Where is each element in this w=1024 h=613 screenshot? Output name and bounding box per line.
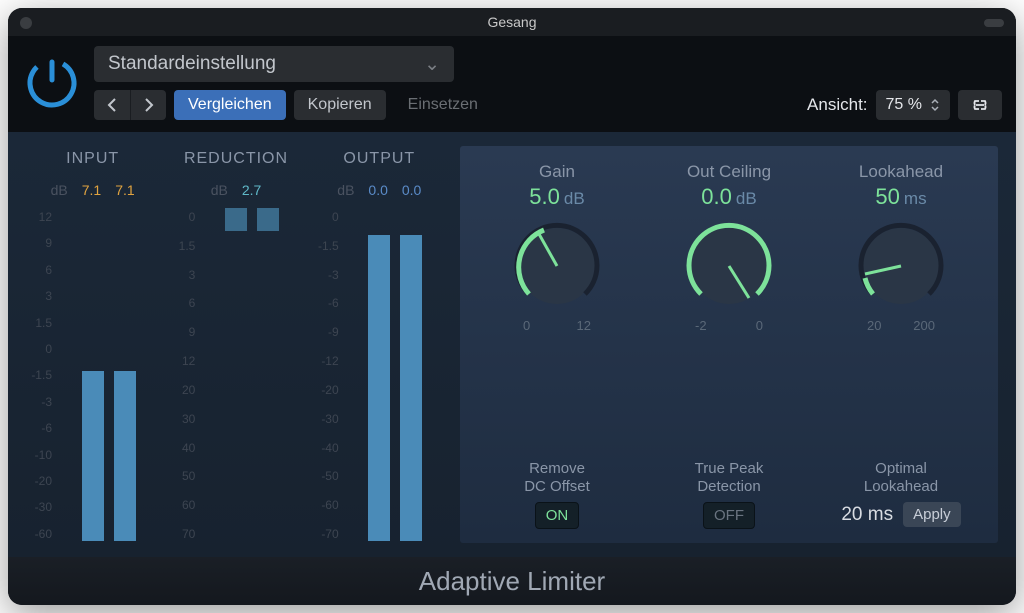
reduction-meter: REDUCTION dB 2.7 01.536912203040506070	[169, 150, 302, 543]
optimal-lookahead-label: OptimalLookahead	[864, 460, 938, 496]
toolbar: Standardeinstellung ⌄ Vergleichen Kopier…	[8, 36, 1016, 132]
chevron-down-icon: ⌄	[424, 53, 440, 76]
gain-knob[interactable]	[509, 218, 605, 314]
power-button[interactable]	[22, 44, 82, 122]
preset-nav	[94, 90, 166, 120]
input-readout-r: 7.1	[115, 182, 134, 198]
truepeak-label: True PeakDetection	[695, 460, 764, 496]
input-scale: 129631.50-1.5-3-6-10-20-30-60	[26, 208, 52, 543]
output-title: OUTPUT	[313, 150, 446, 174]
plugin-window: Gesang Standardeinstellung ⌄	[8, 8, 1016, 605]
controls-panel: Gain 5.0dB 0 12	[460, 146, 998, 543]
gain-label: Gain	[539, 162, 575, 182]
lookahead-value: 50ms	[875, 184, 926, 210]
gain-range-lo: 0	[523, 318, 530, 333]
reduction-bars	[201, 208, 302, 543]
meter-bar	[400, 235, 422, 541]
optimal-lookahead-option: OptimalLookahead 20 ms Apply	[820, 460, 982, 529]
reduction-title: REDUCTION	[169, 150, 302, 174]
input-title: INPUT	[26, 150, 159, 174]
meter-bar	[82, 371, 104, 541]
gain-value: 5.0dB	[529, 184, 584, 210]
knob-graphic	[509, 218, 605, 314]
prev-preset-button[interactable]	[94, 90, 130, 120]
link-button[interactable]	[958, 90, 1002, 120]
chevron-left-icon	[107, 98, 117, 112]
paste-button[interactable]: Einsetzen	[394, 90, 492, 120]
plugin-name-footer: Adaptive Limiter	[8, 557, 1016, 605]
meter-bar	[368, 235, 390, 541]
lookahead-label: Lookahead	[859, 162, 943, 182]
stepper-icon	[930, 98, 940, 112]
meter-bar	[114, 371, 136, 541]
zoom-select[interactable]: 75 %	[876, 90, 950, 120]
outceiling-value: 0.0dB	[701, 184, 756, 210]
reduction-readout: 2.7	[242, 182, 261, 198]
outceiling-control: Out Ceiling 0.0dB -2 0	[648, 162, 810, 450]
dc-offset-toggle[interactable]: ON	[535, 502, 580, 529]
window-title: Gesang	[487, 14, 536, 30]
preset-name: Standardeinstellung	[108, 53, 276, 75]
plugin-body: INPUT dB 7.1 7.1 129631.50-1.5-3-6-10-20…	[8, 132, 1016, 557]
output-meter: OUTPUT dB 0.0 0.0 0-1.5-3-6-9-12-20-30-4…	[313, 150, 446, 543]
view-label: Ansicht:	[807, 95, 867, 115]
compare-button[interactable]: Vergleichen	[174, 90, 286, 120]
titlebar-accessory	[984, 19, 1004, 27]
truepeak-toggle[interactable]: OFF	[703, 502, 755, 529]
outceiling-range-hi: 0	[756, 318, 763, 333]
power-icon	[25, 56, 79, 110]
meters-panel: INPUT dB 7.1 7.1 129631.50-1.5-3-6-10-20…	[26, 146, 446, 543]
copy-button[interactable]: Kopieren	[294, 90, 386, 120]
preset-dropdown[interactable]: Standardeinstellung ⌄	[94, 46, 454, 82]
dc-offset-label: RemoveDC Offset	[524, 460, 590, 496]
truepeak-option: True PeakDetection OFF	[648, 460, 810, 529]
lookahead-range-hi: 200	[913, 318, 935, 333]
input-bars	[58, 208, 159, 543]
outceiling-knob[interactable]	[681, 218, 777, 314]
knob-graphic	[681, 218, 777, 314]
gain-range-hi: 12	[577, 318, 591, 333]
meter-bar	[225, 208, 247, 231]
chevron-right-icon	[144, 98, 154, 112]
close-window-icon[interactable]	[20, 17, 32, 29]
plugin-name: Adaptive Limiter	[419, 566, 605, 597]
db-label: dB	[51, 182, 68, 198]
output-scale: 0-1.5-3-6-9-12-20-30-40-50-60-70	[313, 208, 339, 543]
lookahead-knob[interactable]	[853, 218, 949, 314]
db-label: dB	[211, 182, 228, 198]
db-label: dB	[337, 182, 354, 198]
apply-button[interactable]: Apply	[903, 502, 961, 527]
reduction-scale: 01.536912203040506070	[169, 208, 195, 543]
outceiling-label: Out Ceiling	[687, 162, 771, 182]
input-meter: INPUT dB 7.1 7.1 129631.50-1.5-3-6-10-20…	[26, 150, 159, 543]
gain-control: Gain 5.0dB 0 12	[476, 162, 638, 450]
knob-graphic	[853, 218, 949, 314]
lookahead-range-lo: 20	[867, 318, 881, 333]
outceiling-range-lo: -2	[695, 318, 707, 333]
optimal-lookahead-value: 20 ms	[841, 504, 893, 526]
lookahead-control: Lookahead 50ms 20 200	[820, 162, 982, 450]
output-readout-r: 0.0	[402, 182, 421, 198]
output-bars	[345, 208, 446, 543]
next-preset-button[interactable]	[130, 90, 166, 120]
meter-bar	[257, 208, 279, 231]
link-icon	[968, 98, 992, 112]
input-readout-l: 7.1	[82, 182, 101, 198]
zoom-value: 75 %	[886, 96, 922, 114]
dc-offset-option: RemoveDC Offset ON	[476, 460, 638, 529]
output-readout-l: 0.0	[368, 182, 387, 198]
titlebar: Gesang	[8, 8, 1016, 36]
